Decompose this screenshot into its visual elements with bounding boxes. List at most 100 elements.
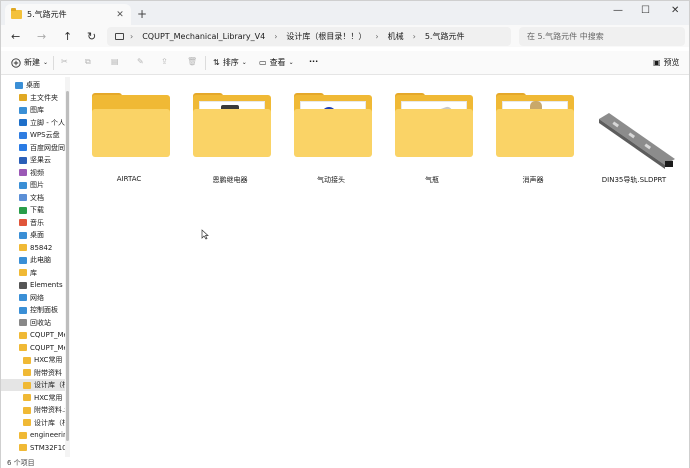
sidebar-item[interactable]: 此电脑 [1,254,65,266]
toolbar-divider [205,56,206,70]
sidebar-item[interactable]: 音乐 [1,217,65,229]
status-bar: 6 个项目 [1,457,689,468]
share-icon[interactable]: ⇪ [161,57,168,66]
folder-icon [193,93,271,157]
sidebar-item-icon [19,181,27,189]
up-icon[interactable]: ↑ [63,30,72,43]
sidebar-item[interactable]: 图库 [1,104,65,116]
sidebar-item[interactable]: 主文件夹 [1,92,65,104]
folder-item-pneumatic-fittings[interactable]: 气动接头 [286,87,376,197]
cut-icon[interactable]: ✂ [61,57,68,66]
sidebar-item[interactable]: CQUPT_Me [1,329,65,341]
sidebar-item[interactable]: 网络 [1,292,65,304]
minimize-icon[interactable]: — [613,5,623,16]
chevron-down-icon: ⌄ [241,59,247,66]
sidebar-item[interactable]: 百度网盘同步 [1,142,65,154]
sidebar-item[interactable]: 立脚 - 个人 [1,117,65,129]
sidebar-item[interactable]: 桌面 [1,229,65,241]
tab-current-folder[interactable]: 5.气路元件 ✕ [5,4,131,25]
sidebar-item[interactable]: 85842 [1,242,65,254]
close-window-icon[interactable]: ✕ [671,5,679,16]
sidebar-item[interactable]: HXC常用 [1,354,65,366]
search-input[interactable]: 在 5.气路元件 中搜索 [519,27,685,46]
sidebar-item[interactable]: engineerin [1,429,65,441]
preview-label: 预览 [663,58,680,67]
breadcrumb-item[interactable]: CQUPT_Mechanical_Library_V4 [142,32,265,41]
breadcrumb[interactable]: › CQUPT_Mechanical_Library_V4 › 设计库（根目录！… [107,27,511,46]
sidebar-item-icon [19,169,27,176]
paste-icon[interactable]: ▤ [111,57,119,66]
maximize-icon[interactable]: ☐ [641,5,650,16]
breadcrumb-item[interactable]: 机械 [388,31,404,42]
sort-button[interactable]: ⇅ 排序 ⌄ [213,57,247,68]
sidebar-item-icon [19,94,27,101]
file-item-din-rail[interactable]: DIN35导轨.SLDPRT [589,87,679,197]
folder-item-muffler[interactable]: 消声器 [488,87,578,197]
sidebar-item[interactable]: 库 [1,267,65,279]
sidebar-item[interactable]: 文档 [1,192,65,204]
sidebar-item[interactable]: 设计库（根 [1,417,65,429]
sidebar-item[interactable]: 附带资料.z [1,404,65,416]
sort-label: 排序 [222,58,239,67]
sidebar-item-label: 百度网盘同步 [30,143,65,152]
sidebar-item[interactable]: 回收站 [1,317,65,329]
item-label: 消声器 [522,176,544,184]
sidebar-item[interactable]: 下载 [1,204,65,216]
breadcrumb-item[interactable]: 设计库（根目录！！） [286,31,366,42]
forward-icon[interactable]: → [37,30,46,43]
sidebar-scrollbar[interactable] [65,77,70,457]
sidebar-item-icon [23,356,31,364]
copy-icon[interactable]: ⧉ [85,57,91,67]
view-button[interactable]: ▭ 查看 ⌄ [259,57,294,68]
new-button[interactable]: 新建 ⌄ [11,57,48,68]
chevron-down-icon: ⌄ [43,59,49,66]
sidebar-item[interactable]: Elements (I [1,279,65,291]
sidebar-item-icon [19,269,27,276]
sidebar-item-icon [23,406,31,414]
delete-icon[interactable]: 🗑 [187,57,197,66]
folder-icon [496,93,574,157]
sidebar-item[interactable]: 图片 [1,179,65,191]
sidebar-item[interactable]: 附带资料 [1,367,65,379]
sidebar-item-icon [19,219,27,226]
sidebar-item[interactable]: 桌面 [1,79,65,91]
scrollbar-thumb[interactable] [66,91,69,441]
sidebar-item-label: WPS云盘 [30,131,60,139]
more-options-button[interactable]: ··· [309,57,318,66]
sidebar-item-label: engineerin [30,431,65,439]
sidebar-item[interactable]: 设计库（根 [1,379,65,391]
sidebar-item[interactable]: STM32F10 [1,442,65,454]
sidebar-item-label: STM32F10 [30,443,65,452]
sidebar-item-label: Elements (I [30,281,65,289]
sidebar-item[interactable]: 坚果云 [1,154,65,166]
tab-bar: 5.气路元件 ✕ + — ☐ ✕ [1,1,689,25]
preview-button[interactable]: ▣ 预览 [653,57,680,68]
back-icon[interactable]: ← [11,30,20,43]
address-row: ← → ↑ ↻ › CQUPT_Mechanical_Library_V4 › … [1,25,689,47]
new-tab-icon[interactable]: + [137,7,147,21]
chevron-down-icon: ⌄ [288,59,294,66]
folder-item-gas-cylinder[interactable]: 气瓶 [387,87,477,197]
sidebar-item-label: 坚果云 [30,156,51,164]
rename-icon[interactable]: ✎ [137,57,144,66]
sidebar-item-label: HXC常用 [34,356,63,364]
toolbar-divider [53,56,54,70]
sidebar-item-label: 图库 [30,106,44,114]
refresh-icon[interactable]: ↻ [87,30,96,43]
sidebar-item[interactable]: HXC常用 [1,392,65,404]
sidebar-item[interactable]: CQUPT_Me [1,342,65,354]
sidebar-item-icon [19,281,27,289]
sidebar-item-label: 桌面 [26,81,40,89]
folder-item-relay[interactable]: 恩鹏继电器 [185,87,275,197]
sidebar-item[interactable]: 控制面板 [1,304,65,316]
sidebar-item-label: 图片 [30,181,44,189]
folder-item-airtac[interactable]: AIRTAC [84,87,174,197]
sidebar-item-label: 控制面板 [30,306,58,314]
breadcrumb-item[interactable]: 5.气路元件 [425,31,465,42]
sidebar-item-icon [19,319,27,326]
tab-close-icon[interactable]: ✕ [113,10,127,20]
sidebar-item-icon [23,394,31,401]
sidebar-item[interactable]: 视频 [1,167,65,179]
sidebar-item-icon [19,444,27,451]
sidebar-item[interactable]: WPS云盘 [1,129,65,141]
